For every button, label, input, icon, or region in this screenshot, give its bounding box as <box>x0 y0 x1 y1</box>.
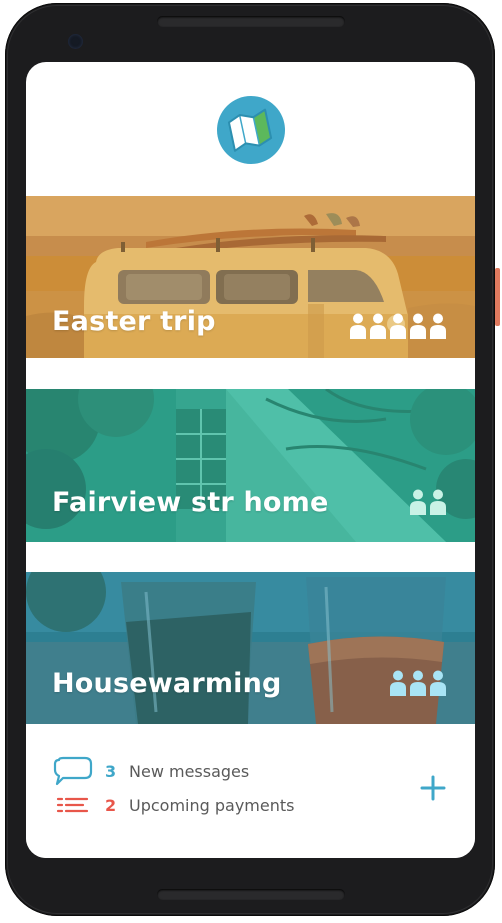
member-avatars <box>389 669 447 697</box>
event-title: Housewarming <box>52 668 282 699</box>
event-photo-drinks <box>26 572 475 724</box>
person-icon <box>410 670 426 696</box>
member-avatars <box>349 312 447 340</box>
event-card-fairview-str-home[interactable]: Fairview str home <box>26 389 475 542</box>
add-event-button[interactable] <box>418 773 448 803</box>
folded-map-icon <box>227 108 273 152</box>
app-logo <box>217 96 285 164</box>
event-card-housewarming[interactable]: Housewarming <box>26 572 475 724</box>
new-messages-count: 3 <box>105 761 117 781</box>
upcoming-payments-row[interactable]: 2 Upcoming payments <box>53 790 294 820</box>
phone-side-button <box>495 268 500 326</box>
new-messages-row[interactable]: 3 New messages <box>53 756 249 786</box>
notifications-footer: 3 New messages 2 Upcoming payments <box>26 724 475 858</box>
plus-icon <box>420 775 446 801</box>
person-icon <box>430 670 446 696</box>
event-title: Easter trip <box>52 306 216 337</box>
person-icon <box>410 313 426 339</box>
event-card-easter-trip[interactable]: Easter trip <box>26 196 475 358</box>
person-icon <box>390 670 406 696</box>
chat-bubble-icon <box>53 756 93 786</box>
person-icon <box>410 489 426 515</box>
new-messages-label: New messages <box>129 761 250 781</box>
person-icon <box>430 313 446 339</box>
event-photo-a-frame-house <box>26 389 475 542</box>
member-avatars <box>409 488 447 516</box>
person-icon <box>430 489 446 515</box>
phone-camera <box>68 34 83 49</box>
event-title: Fairview str home <box>52 487 329 518</box>
app-screen: Easter trip Fairview str home Housewarmi… <box>26 62 475 858</box>
person-icon <box>390 313 406 339</box>
list-icon <box>53 790 93 820</box>
phone-speaker-top <box>157 16 345 27</box>
phone-speaker-bottom <box>157 889 345 900</box>
person-icon <box>370 313 386 339</box>
person-icon <box>350 313 366 339</box>
upcoming-payments-count: 2 <box>105 795 117 815</box>
upcoming-payments-label: Upcoming payments <box>129 795 295 815</box>
